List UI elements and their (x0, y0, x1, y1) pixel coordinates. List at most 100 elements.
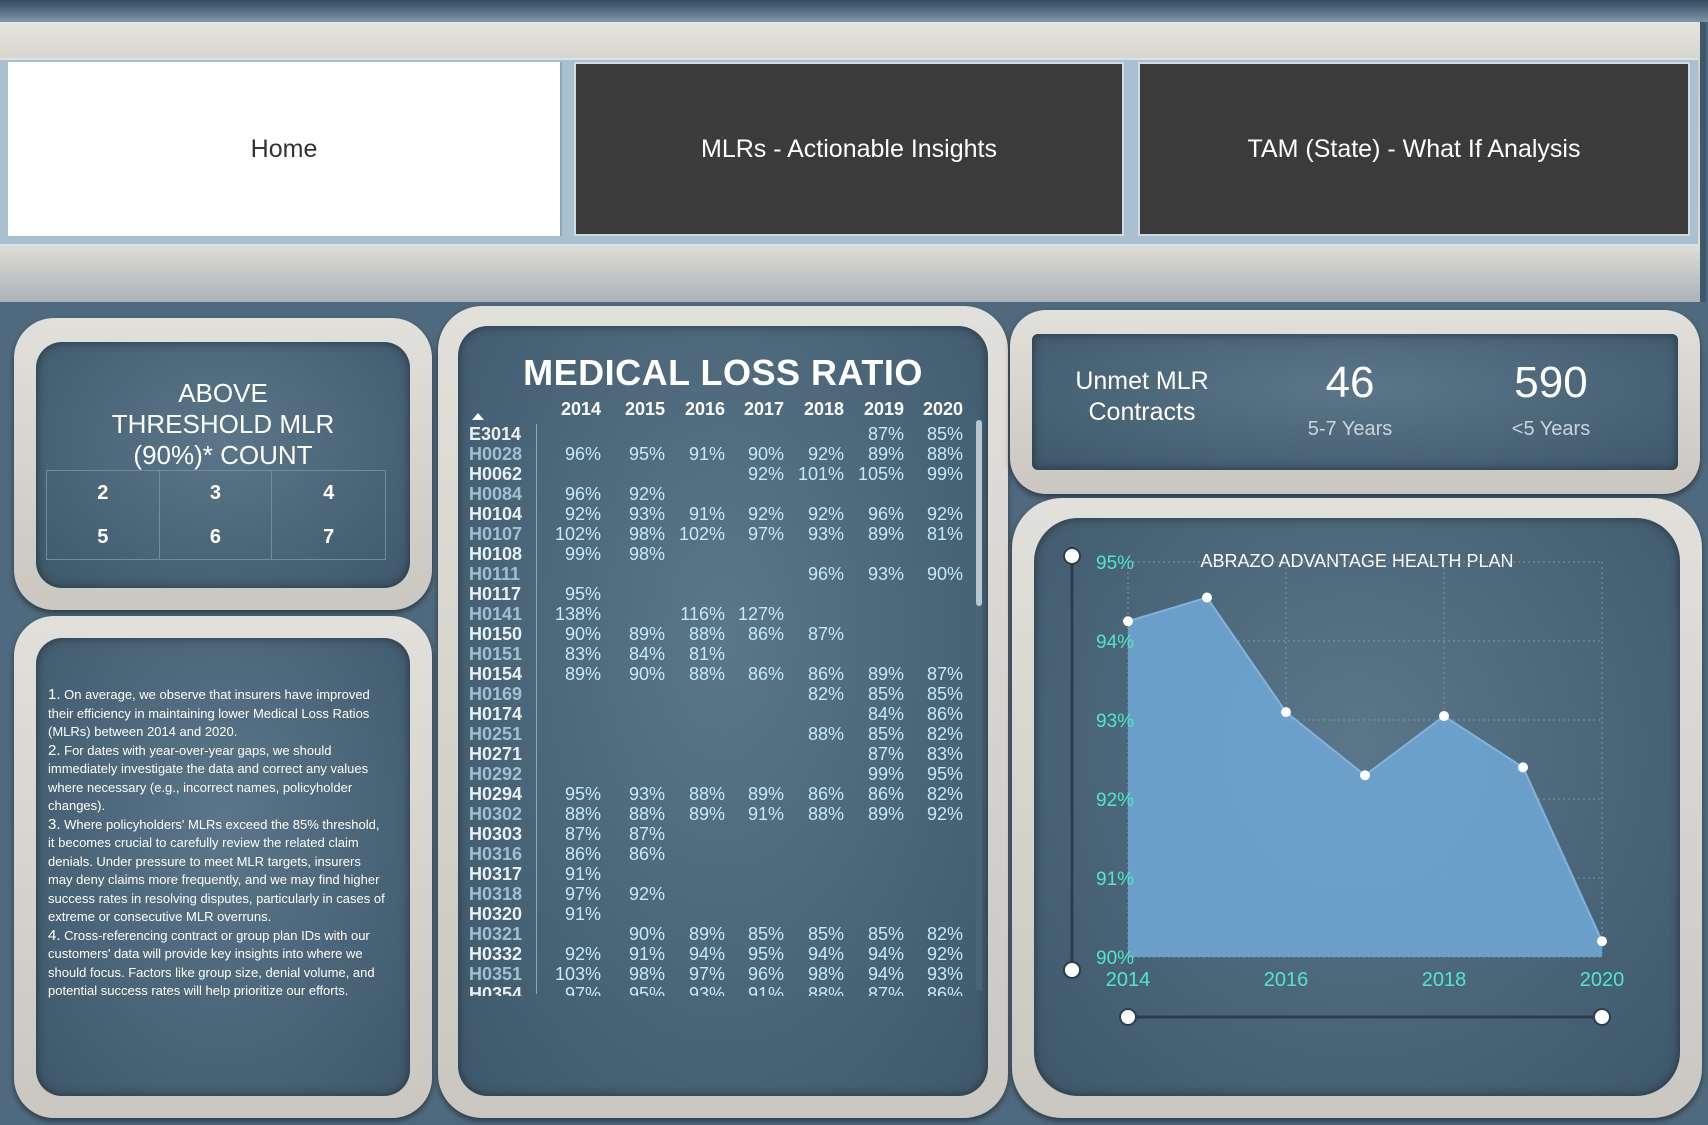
mlr-value: 92% (807, 444, 844, 464)
mlr-value: 92% (807, 504, 844, 524)
mlr-value: 86% (926, 704, 963, 724)
sort-caret-icon[interactable] (472, 413, 484, 420)
table-row[interactable]: H0320 91% (458, 904, 988, 924)
contract-id: H0174 (469, 704, 523, 724)
table-scrollbar-thumb[interactable] (976, 420, 982, 606)
mlr-value: 93% (926, 964, 963, 984)
x-range-handle-left[interactable] (1119, 1008, 1137, 1026)
contract-id: H0321 (469, 924, 523, 944)
mlr-value: 86% (747, 664, 784, 684)
mlr-value: 92% (564, 504, 601, 524)
mlr-value: 98% (628, 524, 665, 544)
year-header[interactable]: 2020 (913, 399, 963, 420)
mlr-value: 97% (564, 984, 601, 996)
year-header[interactable]: 2018 (794, 399, 844, 420)
table-row[interactable]: H0316 86% 86% (458, 844, 988, 864)
insights-panel: 1. On average, we observe that insurers … (14, 616, 432, 1118)
table-row[interactable]: H0028 96% 95% 91% 90% 92% 89% 88% (458, 444, 988, 464)
data-point[interactable] (1281, 707, 1291, 718)
year-header[interactable]: 2014 (551, 399, 601, 420)
chart-panel: ABRAZO ADVANTAGE HEALTH PLAN 90% 91% 92% 93… (1012, 498, 1702, 1118)
data-point[interactable] (1597, 936, 1607, 947)
table-row[interactable]: H0154 89% 90% 88% 86% 86% 89% 87% (458, 664, 988, 684)
table-row[interactable]: H0104 92% 93% 91% 92% 92% 96% 92% (458, 504, 988, 524)
mlr-value: 89% (867, 524, 904, 544)
y-range-handle-bottom[interactable] (1063, 961, 1081, 979)
nav-mlr-insights-button[interactable]: MLRs - Actionable Insights (574, 62, 1124, 236)
threshold-cell[interactable]: 4 (272, 471, 385, 515)
mlr-value: 86% (807, 784, 844, 804)
table-row[interactable]: H0251 88% 85% 82% (458, 724, 988, 744)
table-row[interactable]: H0292 99% 95% (458, 764, 988, 784)
year-header[interactable]: 2015 (615, 399, 665, 420)
threshold-cell[interactable]: 6 (160, 515, 273, 559)
mlr-value: 86% (867, 784, 904, 804)
table-row[interactable]: H0141 138% 116% 127% (458, 604, 988, 624)
table-row[interactable]: H0294 95% 93% 88% 89% 86% 86% 82% (458, 784, 988, 804)
table-row[interactable]: H0271 87% 83% (458, 744, 988, 764)
table-row[interactable]: H0351 103% 98% 97% 96% 98% 94% 93% (458, 964, 988, 984)
threshold-cell[interactable]: 3 (160, 471, 273, 515)
unmet-panel: Unmet MLR Contracts 46 5-7 Years 590 <5 … (1010, 310, 1700, 494)
threshold-title-line-2: THRESHOLD MLR (111, 409, 335, 439)
threshold-title-line-3: (90%)* COUNT (133, 440, 313, 470)
mlr-value: 91% (628, 944, 665, 964)
mlr-value: 91% (747, 984, 784, 996)
table-row[interactable]: H0303 87% 87% (458, 824, 988, 844)
nav-home-button[interactable]: Home (8, 62, 562, 236)
table-row[interactable]: H0117 95% (458, 584, 988, 604)
contract-id: H0294 (469, 784, 523, 804)
mlr-value: 93% (688, 984, 725, 996)
table-row[interactable]: H0169 82% 85% 85% (458, 684, 988, 704)
mlr-value: 86% (564, 844, 601, 864)
x-range-handle-right[interactable] (1593, 1008, 1611, 1026)
table-row[interactable]: E3014 87% 85% (458, 424, 988, 444)
table-row[interactable]: H0108 99% 98% (458, 544, 988, 564)
table-row[interactable]: H0354 97% 95% 93% 91% 88% 87% 86% (458, 984, 988, 996)
insights-text: 1. On average, we observe that insurers … (48, 686, 388, 1001)
table-row[interactable]: H0084 96% 92% (458, 484, 988, 504)
threshold-cell[interactable]: 2 (47, 471, 160, 515)
mlr-value: 94% (867, 944, 904, 964)
year-header[interactable]: 2019 (854, 399, 904, 420)
mlr-value: 93% (807, 524, 844, 544)
contract-id: H0108 (469, 544, 523, 564)
data-point[interactable] (1360, 770, 1370, 781)
table-row[interactable]: H0318 97% 92% (458, 884, 988, 904)
contract-id: H0151 (469, 644, 523, 664)
mlr-value: 98% (628, 544, 665, 564)
data-point[interactable] (1439, 711, 1449, 722)
data-point[interactable] (1518, 762, 1528, 773)
data-point[interactable] (1123, 616, 1133, 627)
mlr-value: 88% (688, 784, 725, 804)
table-row[interactable]: H0302 88% 88% 89% 91% 88% 89% 92% (458, 804, 988, 824)
table-row[interactable]: H0321 90% 89% 85% 85% 85% 82% (458, 924, 988, 944)
mlr-value: 116% (680, 604, 725, 624)
table-row[interactable]: H0332 92% 91% 94% 95% 94% 94% 92% (458, 944, 988, 964)
data-point[interactable] (1202, 592, 1212, 603)
table-row[interactable]: H0317 91% (458, 864, 988, 884)
contract-id: H0117 (469, 584, 522, 604)
table-row[interactable]: H0150 90% 89% 88% 86% 87% (458, 624, 988, 644)
mlr-value: 103% (554, 964, 601, 984)
y-range-handle-top[interactable] (1063, 547, 1081, 565)
year-header[interactable]: 2017 (734, 399, 784, 420)
table-row[interactable]: H0062 92% 101% 105% 99% (458, 464, 988, 484)
mlr-value: 92% (628, 884, 665, 904)
contract-id: H0150 (469, 624, 523, 644)
nav-tam-what-if-button[interactable]: TAM (State) - What If Analysis (1138, 62, 1690, 236)
table-row[interactable]: H0151 83% 84% 81% (458, 644, 988, 664)
table-row[interactable]: H0111 96% 93% 90% (458, 564, 988, 584)
mlr-value: 96% (747, 964, 784, 984)
mlr-value: 97% (564, 884, 601, 904)
mlr-value: 87% (807, 624, 844, 644)
x-tick-label: 2020 (1580, 969, 1625, 991)
threshold-cell[interactable]: 7 (272, 515, 385, 559)
table-row[interactable]: H0107 102% 98% 102% 97% 93% 89% 81% (458, 524, 988, 544)
mlr-table-panel: MEDICAL LOSS RATIO 2014 2015 2016 2017 2018 2… (438, 306, 1008, 1118)
kpi-5-7-years-label: 5-7 Years (1307, 418, 1393, 440)
threshold-cell[interactable]: 5 (47, 515, 160, 559)
table-row[interactable]: H0174 84% 86% (458, 704, 988, 724)
year-header[interactable]: 2016 (675, 399, 725, 420)
mlr-value: 97% (688, 964, 725, 984)
